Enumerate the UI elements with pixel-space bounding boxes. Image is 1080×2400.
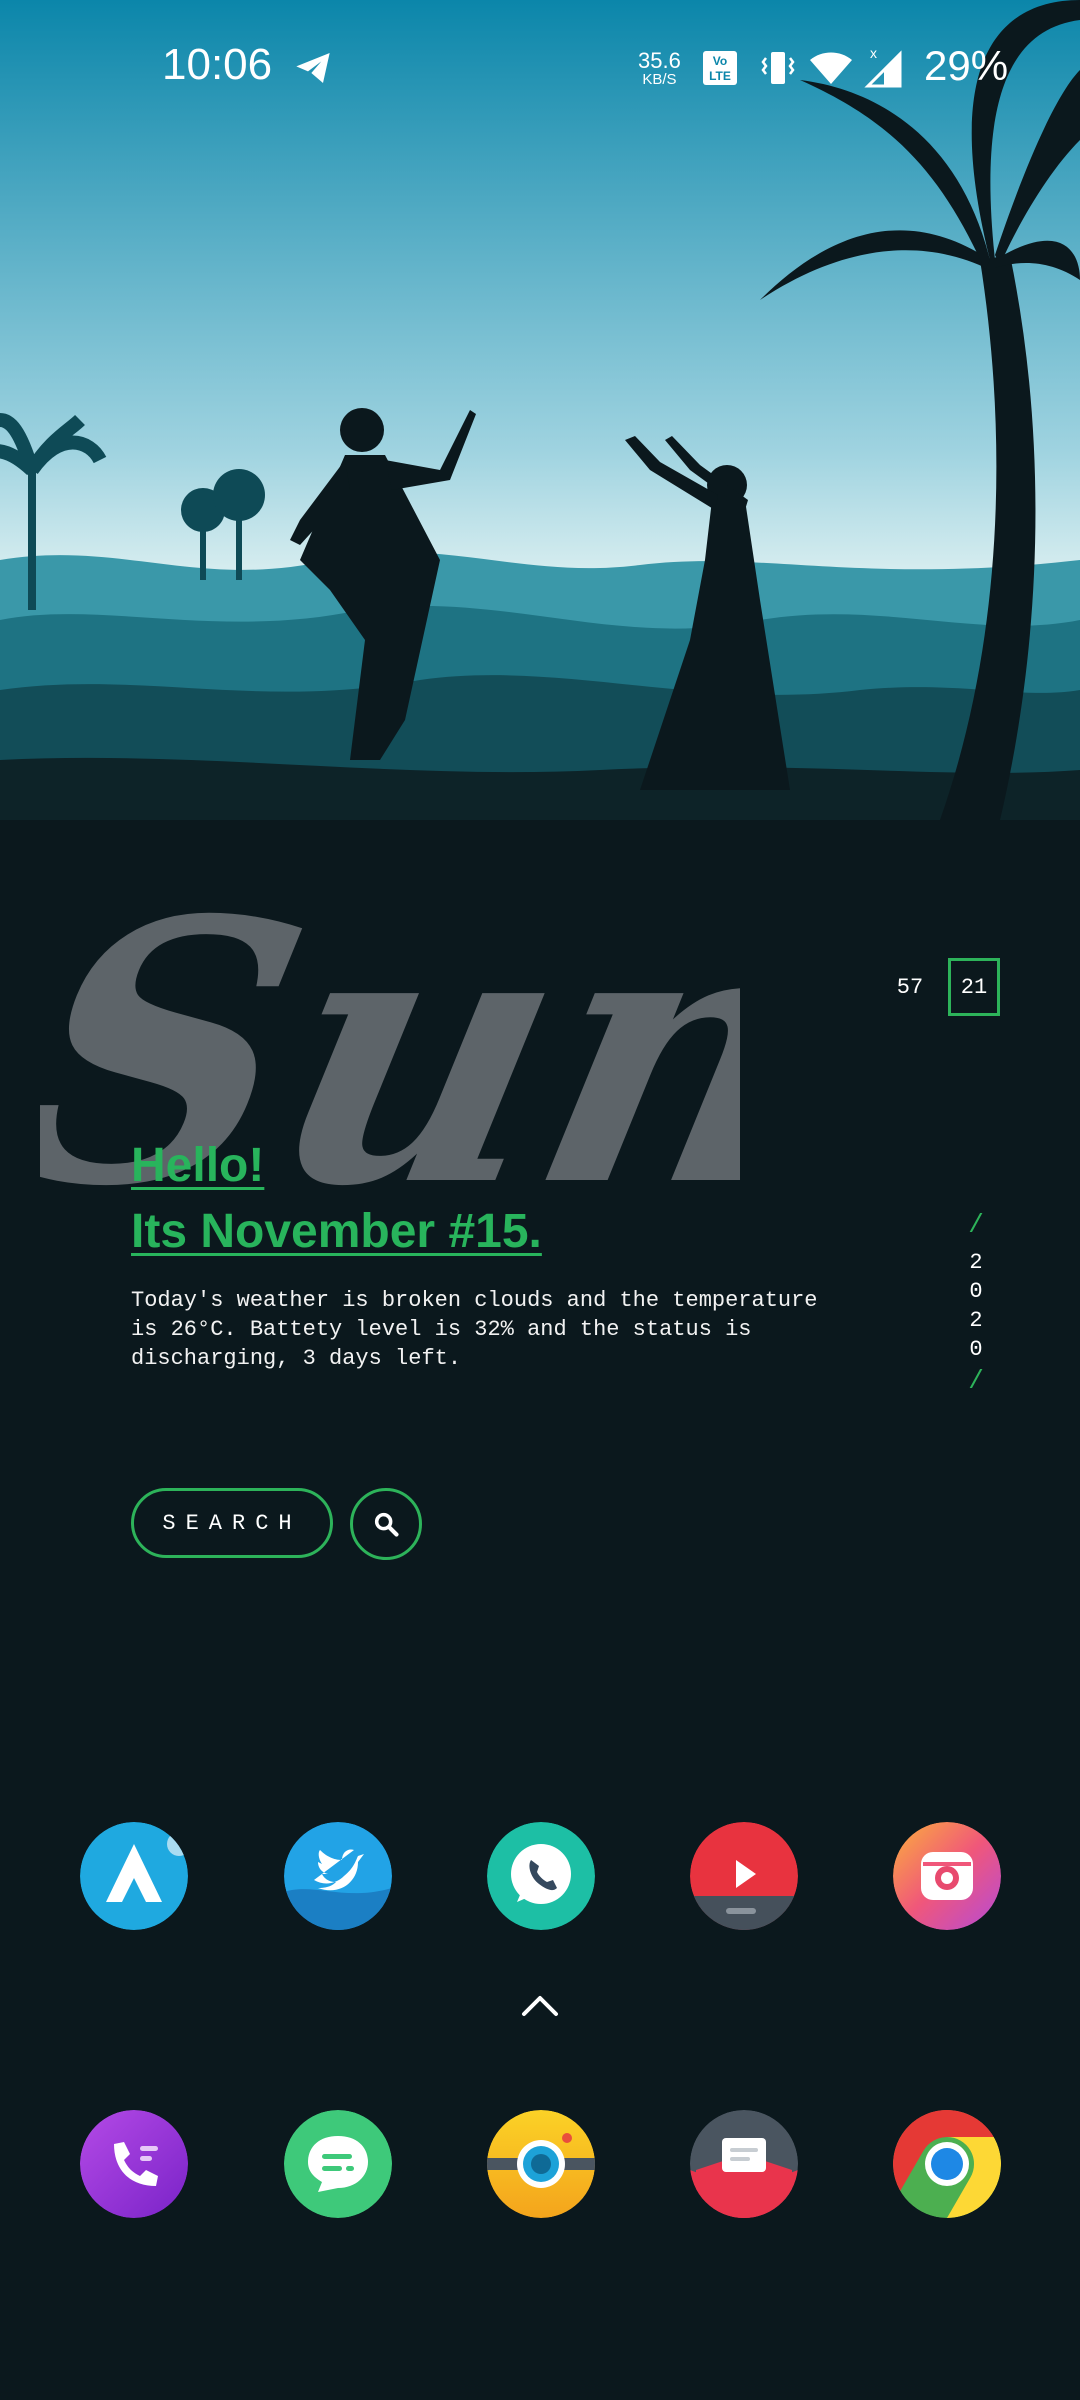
messages-icon[interactable] xyxy=(284,2110,392,2218)
network-speed-value: 35.6 xyxy=(638,48,681,73)
greeting-hello: Hello! xyxy=(131,1139,265,1192)
telegram-icon xyxy=(296,53,330,83)
battery-level: 29% xyxy=(924,42,1009,89)
year-slash-top: / xyxy=(968,1210,984,1240)
whatsapp-icon[interactable] xyxy=(487,1822,595,1930)
year-digit: 0 xyxy=(969,1337,983,1362)
svg-text:x: x xyxy=(870,46,877,61)
app-drawer-chevron-icon[interactable] xyxy=(518,1990,562,2020)
weather-battery-info: Today's weather is broken clouds and the… xyxy=(131,1288,818,1371)
email-icon[interactable] xyxy=(690,2110,798,2218)
signal-icon: x xyxy=(864,46,902,88)
arrow-launcher-icon[interactable] xyxy=(80,1822,188,1930)
year-digit: 0 xyxy=(969,1279,983,1304)
year-digit: 2 xyxy=(969,1250,983,1275)
current-day: 21 xyxy=(948,958,1000,1016)
greeting-date: Its November #15. xyxy=(131,1205,542,1258)
chrome-icon[interactable] xyxy=(893,2110,1001,2218)
status-time: 10:06 xyxy=(162,40,273,89)
network-speed: 35.6 KB/S xyxy=(638,50,681,88)
wifi-icon xyxy=(810,52,852,84)
svg-text:LTE: LTE xyxy=(709,69,731,83)
year-digit: 2 xyxy=(969,1308,983,1333)
search-button[interactable]: SEARCH xyxy=(131,1488,333,1558)
search-icon-button[interactable] xyxy=(350,1488,422,1560)
phone-icon[interactable] xyxy=(80,2110,188,2218)
network-speed-unit: KB/S xyxy=(642,71,677,88)
status-bar: 10:06 35.6 KB/S Vo LTE x 29% xyxy=(0,0,1080,140)
svg-text:Vo: Vo xyxy=(713,54,727,68)
search-icon xyxy=(374,1512,399,1537)
vibrate-icon xyxy=(761,52,795,84)
year-slash-bottom: / xyxy=(968,1366,984,1396)
previous-day: 57 xyxy=(896,974,924,1000)
camera-icon[interactable] xyxy=(487,2110,595,2218)
year-vertical: / 2 0 2 0 / xyxy=(952,1210,1000,1406)
instagram-icon[interactable] xyxy=(893,1822,1001,1930)
youtube-icon[interactable] xyxy=(690,1822,798,1930)
twitter-icon[interactable] xyxy=(284,1822,392,1930)
volte-icon: Vo LTE xyxy=(703,51,737,85)
